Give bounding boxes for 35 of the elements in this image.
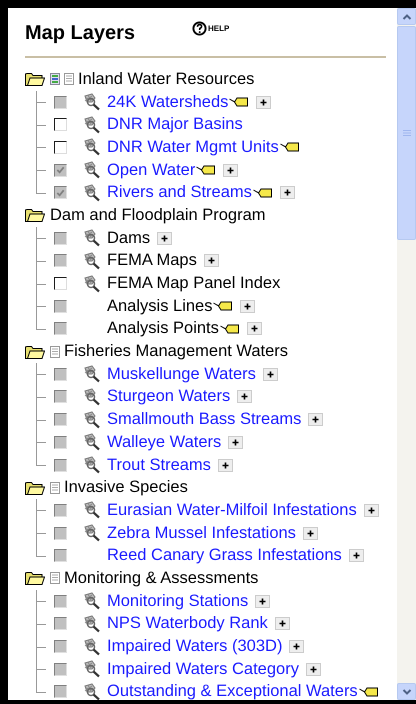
folder-icon[interactable] — [25, 480, 45, 495]
chevron-down-icon[interactable] — [402, 688, 412, 696]
scroll-down-button[interactable] — [397, 683, 416, 700]
scroll-thumb[interactable] — [397, 26, 416, 240]
group-label: Fisheries Management Waters — [64, 342, 288, 362]
layer-checkbox[interactable] — [54, 140, 67, 154]
document-icon[interactable] — [50, 482, 60, 494]
folder-icon[interactable] — [25, 208, 45, 222]
help-icon[interactable] — [192, 20, 207, 36]
layer-label: Dams — [107, 228, 150, 248]
tag-icon[interactable] — [280, 141, 300, 154]
folder-icon[interactable] — [25, 72, 45, 86]
layer-checkbox[interactable] — [54, 277, 67, 290]
document-icon[interactable] — [64, 73, 74, 86]
group-label: Inland Water Resources — [78, 70, 254, 89]
group-label: Invasive Species — [64, 478, 188, 498]
help-link[interactable]: HELP — [192, 20, 230, 36]
legend-icon[interactable] — [50, 73, 60, 86]
group-label: Dam and Floodplain Program — [50, 206, 266, 225]
document-icon[interactable] — [50, 346, 60, 358]
layer-checkbox[interactable] — [54, 118, 67, 132]
layer-label: Analysis Points — [107, 319, 219, 338]
layer-label: FEMA Map Panel Index — [107, 274, 280, 294]
layer-link[interactable]: DNR Major Basins — [107, 115, 243, 134]
panel-title: Map Layers — [25, 22, 136, 44]
group-label: Monitoring & Assessments — [64, 568, 258, 588]
folder-icon[interactable] — [25, 571, 45, 586]
chevron-up-icon[interactable] — [402, 12, 412, 20]
layer-label: FEMA Maps — [107, 251, 197, 270]
folder-icon[interactable] — [25, 344, 45, 359]
scroll-up-button[interactable] — [397, 8, 416, 25]
layer-link[interactable]: DNR Water Mgmt Units — [107, 138, 279, 157]
scrollbar[interactable] — [397, 8, 416, 700]
document-icon[interactable] — [50, 572, 60, 584]
layer-label: Analysis Lines — [107, 296, 212, 316]
